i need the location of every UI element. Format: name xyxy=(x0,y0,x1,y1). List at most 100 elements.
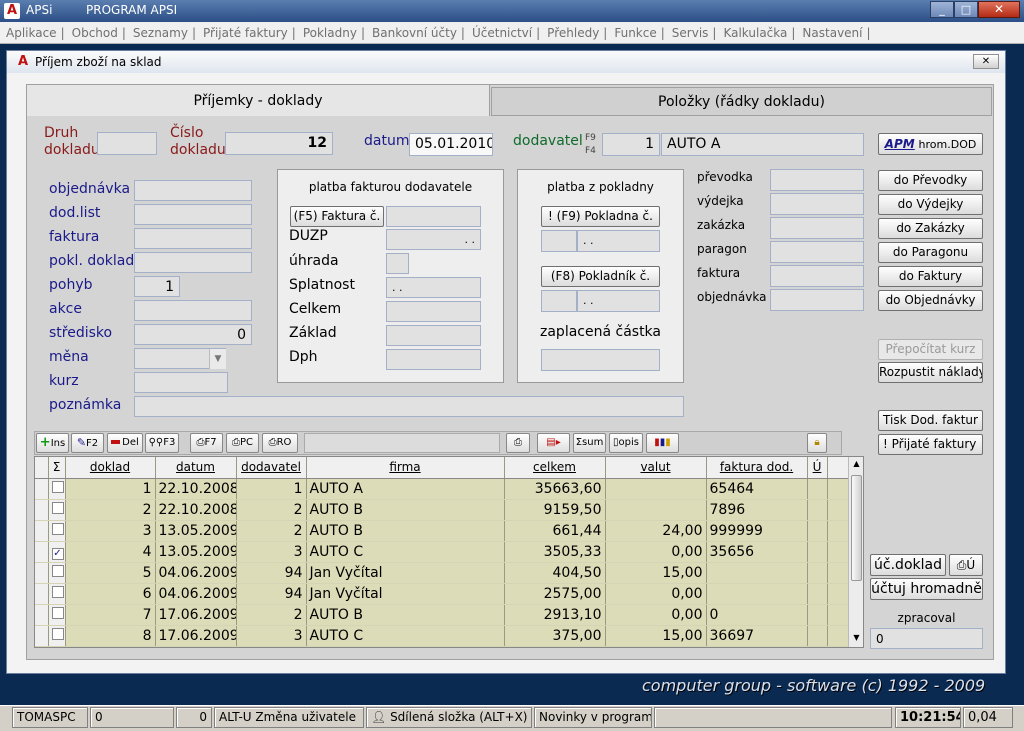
find-button[interactable]: ⚲⚲F3 xyxy=(145,433,179,453)
left-field-0[interactable] xyxy=(134,180,252,201)
zaklad-field[interactable] xyxy=(386,325,481,346)
grid-header-8[interactable]: faktura dod. xyxy=(706,457,808,479)
left-field-6[interactable]: 0 xyxy=(134,324,252,345)
rozpustit-naklady-button[interactable]: Rozpustit náklady xyxy=(878,362,983,383)
delete-button[interactable]: Del xyxy=(107,433,143,453)
pokladna-number-field[interactable] xyxy=(541,230,577,252)
table-row[interactable]: 6 04.06.2009 94 Jan Vyčítal 2575,00 0,00 xyxy=(35,583,850,605)
uctuj-hromadne-button[interactable]: účtuj hromadně xyxy=(870,578,983,600)
mena-dropdown-icon[interactable]: ▼ xyxy=(209,349,226,369)
print-pc-button[interactable]: ⎙PC xyxy=(226,433,259,453)
pokladnik-date-field[interactable]: . . xyxy=(577,290,660,312)
prepocitat-kurz-button[interactable]: Přepočítat kurz xyxy=(878,339,983,360)
row-checkbox[interactable] xyxy=(51,627,64,640)
link-button-2[interactable]: do Zakázky xyxy=(878,218,983,239)
status-user-button[interactable]: ALT-U Změna uživatele xyxy=(214,707,364,728)
cislo-field[interactable]: 12 xyxy=(225,132,333,155)
menu-item-0[interactable]: Aplikace xyxy=(6,26,57,40)
print-uc-button[interactable]: ⎙Ú xyxy=(949,554,983,576)
left-field-4[interactable]: 1 xyxy=(134,276,180,297)
row-checkbox[interactable] xyxy=(51,564,64,577)
row-checkbox[interactable] xyxy=(51,585,64,598)
link-button-3[interactable]: do Paragonu xyxy=(878,242,983,263)
left-field-1[interactable] xyxy=(134,204,252,225)
grid-header-1[interactable]: Σ xyxy=(48,457,66,479)
close-icon[interactable]: ✕ xyxy=(978,1,1020,18)
table-row[interactable]: 1 22.10.2008 1 AUTO A 35663,60 65464 xyxy=(35,478,850,500)
lock-button[interactable]: 🔒︎ xyxy=(807,433,827,453)
maximize-icon[interactable]: □ xyxy=(954,1,978,18)
menu-item-3[interactable]: Přijaté faktury xyxy=(203,26,288,40)
zpracoval-field[interactable]: 0 xyxy=(870,628,983,649)
table-row[interactable]: 5 04.06.2009 94 Jan Vyčítal 404,50 15,00 xyxy=(35,562,850,584)
child-close-icon[interactable]: ✕ xyxy=(973,54,999,69)
grid-header-9[interactable]: Ú xyxy=(807,457,828,479)
zaplacena-field[interactable] xyxy=(541,349,660,371)
sum-button[interactable]: Σsum xyxy=(573,433,606,453)
menu-item-9[interactable]: Servis xyxy=(672,26,709,40)
scroll-down-icon[interactable]: ▼ xyxy=(849,633,863,642)
dodavatel-number-field[interactable]: 1 xyxy=(602,133,660,156)
menu-item-11[interactable]: Nastavení xyxy=(802,26,862,40)
menu-item-6[interactable]: Účetnictví xyxy=(472,26,532,40)
grid-header-5[interactable]: firma xyxy=(306,457,505,479)
datum-field[interactable]: 05.01.2010 xyxy=(409,133,493,156)
link-field-1[interactable] xyxy=(770,193,864,215)
print-ro-button[interactable]: ⎙RO xyxy=(262,433,298,453)
table-row[interactable]: 3 13.05.2009 2 AUTO B 661,44 24,00 999999 xyxy=(35,520,850,542)
link-button-0[interactable]: do Převodky xyxy=(878,170,983,191)
faktura-cislo-field[interactable] xyxy=(386,206,481,227)
left-field-8[interactable] xyxy=(134,372,228,393)
status-shared-folder[interactable]: 👤︎ Sdílená složka (ALT+X) xyxy=(366,707,532,728)
uhrada-field[interactable] xyxy=(386,253,409,274)
left-field-5[interactable] xyxy=(134,300,252,321)
menu-item-1[interactable]: Obchod xyxy=(72,26,118,40)
pokladna-button[interactable]: ! (F9) Pokladna č. xyxy=(541,206,660,227)
table-row[interactable]: 2 22.10.2008 2 AUTO B 9159,50 7896 xyxy=(35,499,850,521)
dph-field[interactable] xyxy=(386,349,481,370)
export-button[interactable]: ▤▸ xyxy=(537,433,570,453)
link-field-3[interactable] xyxy=(770,241,864,263)
druh-field[interactable] xyxy=(97,132,157,155)
tab-doklady[interactable]: Příjemky - doklady xyxy=(26,84,490,116)
table-row[interactable]: ✓ 4 13.05.2009 3 AUTO C 3505,33 0,00 35656 xyxy=(35,541,850,563)
grid-header-2[interactable]: doklad xyxy=(65,457,156,479)
row-checkbox[interactable] xyxy=(51,480,64,493)
menu-item-7[interactable]: Přehledy xyxy=(547,26,599,40)
duzp-field[interactable]: . . xyxy=(386,229,481,250)
tisk-dod-faktur-button[interactable]: Tisk Dod. faktur xyxy=(878,410,983,431)
chart-button[interactable]: ▮▮▮ xyxy=(646,433,679,453)
hrom-dod-button[interactable]: APM hrom.DOD xyxy=(878,133,983,155)
menu-item-10[interactable]: Kalkulačka xyxy=(723,26,787,40)
grid-header-3[interactable]: datum xyxy=(155,457,237,479)
pokladna-date-field[interactable]: . . xyxy=(577,230,660,252)
row-checkbox[interactable] xyxy=(51,606,64,619)
print-f7-button[interactable]: ⎙F7 xyxy=(190,433,223,453)
link-field-5[interactable] xyxy=(770,289,864,311)
table-row[interactable]: 8 17.06.2009 3 AUTO C 375,00 15,00 36697 xyxy=(35,625,850,647)
scroll-thumb[interactable] xyxy=(851,475,862,581)
edit-button[interactable]: ✎F2 xyxy=(71,433,104,453)
link-field-2[interactable] xyxy=(770,217,864,239)
toolbar-search-field[interactable] xyxy=(304,433,500,453)
grid-header-7[interactable]: valut xyxy=(605,457,707,479)
grid-scrollbar[interactable]: ▲ ▼ xyxy=(848,457,863,647)
left-field-3[interactable] xyxy=(134,252,252,273)
dodavatel-name-field[interactable]: AUTO A xyxy=(661,133,864,156)
pokladnik-number-field[interactable] xyxy=(541,290,577,312)
link-field-0[interactable] xyxy=(770,169,864,191)
row-checkbox[interactable] xyxy=(51,501,64,514)
opis-button[interactable]: ▯opis xyxy=(609,433,643,453)
row-checkbox[interactable]: ✓ xyxy=(51,547,64,560)
grid-header-6[interactable]: celkem xyxy=(504,457,606,479)
uc-doklad-button[interactable]: úč.doklad xyxy=(870,554,946,576)
link-field-4[interactable] xyxy=(770,265,864,287)
link-button-1[interactable]: do Výdejky xyxy=(878,194,983,215)
celkem-field[interactable] xyxy=(386,301,481,322)
status-news[interactable]: Novinky v programu xyxy=(534,707,652,728)
menu-item-8[interactable]: Funkce xyxy=(614,26,656,40)
minimize-icon[interactable]: _ xyxy=(930,1,954,18)
pokladnik-button[interactable]: (F8) Pokladník č. xyxy=(541,266,660,287)
menu-item-2[interactable]: Seznamy xyxy=(133,26,188,40)
link-button-5[interactable]: do Objednávky xyxy=(878,290,983,311)
